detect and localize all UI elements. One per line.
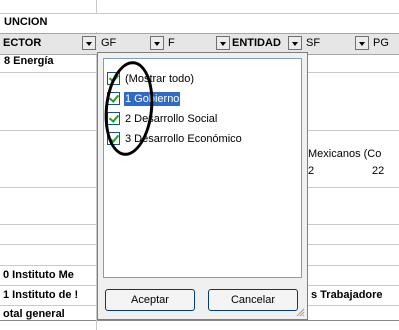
field-pg[interactable]: PG <box>373 37 389 49</box>
sector-dropdown-button[interactable] <box>82 36 96 50</box>
gf-dropdown-button[interactable] <box>150 36 164 50</box>
instituto-row-label: 0 Instituto Me <box>3 269 74 281</box>
sf-dropdown-button[interactable] <box>355 36 369 50</box>
gridline <box>0 320 399 321</box>
value-cell: 2 <box>308 165 315 177</box>
accept-button[interactable]: Aceptar <box>105 289 195 311</box>
funcion-label: UNCION <box>4 16 48 28</box>
funcion-row: UNCION <box>0 14 399 32</box>
entidad-dropdown-button[interactable] <box>288 36 302 50</box>
total-general-label: otal general <box>3 308 65 320</box>
trabajadores-cell: s Trabajadore <box>311 289 383 301</box>
mexicanos-cell: Mexicanos (Co <box>308 148 382 160</box>
cancel-button[interactable]: Cancelar <box>208 289 298 311</box>
field-entidad[interactable]: ENTIDAD <box>232 37 281 49</box>
sector-value-cell: 8 Energía <box>4 55 54 67</box>
field-sf[interactable]: SF <box>306 37 320 49</box>
field-f[interactable]: F <box>168 37 175 49</box>
field-gf[interactable]: GF <box>101 37 116 49</box>
field-sector[interactable]: ECTOR <box>3 37 41 49</box>
instituto-row-label: 1 Instituto de ! <box>3 289 79 301</box>
resize-grip-icon[interactable] <box>295 307 305 317</box>
value-cell: 22 <box>372 165 385 177</box>
f-dropdown-button[interactable] <box>216 36 230 50</box>
